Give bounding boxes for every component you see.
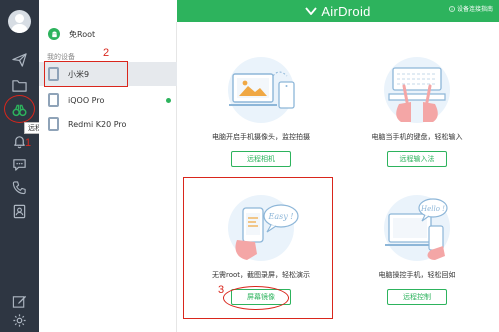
feature-description: 电脑开启手机摄像头，监控拍摄 (212, 133, 310, 141)
avatar[interactable] (8, 10, 31, 33)
bubble-text: Hello ! (420, 205, 445, 213)
annotation-ring-remote-control (4, 95, 35, 123)
device-item-iqoo-pro[interactable]: iQOO Pro (39, 88, 177, 112)
android-icon (48, 28, 60, 40)
title-bar: AirDroid 设备连接指南 (177, 0, 499, 22)
feature-description: 电脑当手机的键盘，轻松输入 (371, 133, 463, 141)
chat-icon[interactable] (11, 157, 28, 172)
contacts-icon[interactable] (11, 204, 28, 219)
online-status-dot (166, 98, 171, 103)
device-name: iQOO Pro (68, 95, 105, 105)
annotation-box-device (44, 61, 128, 87)
phone-call-icon[interactable] (11, 180, 28, 195)
no-root-row[interactable]: 免Root (39, 22, 177, 46)
remote-keyboard-illustration (384, 57, 450, 123)
device-item-redmi-k20-pro[interactable]: Redmi K20 Pro (39, 112, 177, 136)
remote-camera-button[interactable]: 远程相机 (231, 151, 291, 167)
brand-name: AirDroid (321, 3, 371, 19)
feature-card-remote-camera: 电脑开启手机摄像头，监控拍摄 远程相机 (187, 48, 335, 180)
folder-icon[interactable] (11, 78, 28, 93)
remote-input-button[interactable]: 远程输入法 (387, 151, 447, 167)
airdroid-logo-icon (305, 7, 318, 15)
connection-guide-label: 设备连接指南 (456, 6, 493, 13)
phone-icon (48, 117, 59, 131)
remote-camera-illustration (228, 57, 295, 123)
remote-control-illustration: Hello ! (384, 195, 450, 261)
info-icon (449, 5, 455, 12)
feature-description: 电脑操控手机，轻松回如 (378, 271, 456, 279)
annotation-ring-mirror-button (223, 286, 289, 310)
settings-icon[interactable] (11, 313, 28, 328)
phone-icon (48, 93, 59, 107)
connection-guide-link[interactable]: 设备连接指南 (449, 4, 493, 13)
device-name: Redmi K20 Pro (68, 119, 127, 129)
remote-control-button[interactable]: 远程控制 (387, 289, 447, 305)
no-root-label: 免Root (69, 29, 96, 39)
left-nav-rail (0, 0, 39, 332)
send-icon[interactable] (11, 52, 28, 67)
feature-card-remote-keyboard: 电脑当手机的键盘，轻松输入 远程输入法 (343, 48, 491, 180)
feature-card-remote-control: Hello ! 电脑操控手机，轻松回如 远程控制 (343, 186, 491, 318)
edit-icon[interactable] (11, 294, 28, 309)
annotation-number-1: 1 (25, 137, 32, 149)
annotation-number-3: 3 (218, 284, 225, 296)
device-panel-header (39, 0, 177, 22)
annotation-number-2: 2 (103, 47, 110, 59)
